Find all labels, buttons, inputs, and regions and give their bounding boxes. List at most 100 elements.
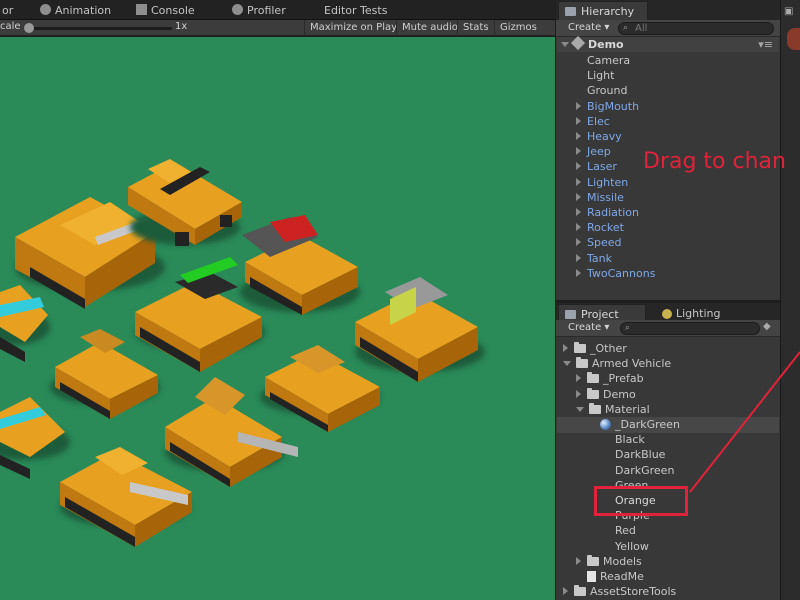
project-item[interactable]: ReadMe	[587, 569, 644, 584]
project-item[interactable]: DarkBlue	[615, 447, 665, 462]
hierarchy-search-input[interactable]: ⌕ All	[618, 22, 774, 35]
project-item[interactable]: _Prefab	[576, 371, 644, 386]
tab-profiler[interactable]: Profiler	[232, 0, 286, 20]
hierarchy-item-label: Rocket	[587, 221, 624, 235]
chevron-right-icon[interactable]	[576, 177, 581, 186]
hierarchy-item[interactable]: Missile	[576, 190, 624, 205]
lock-icon[interactable]: ▣	[784, 6, 793, 17]
chevron-down-icon[interactable]	[576, 406, 584, 412]
folder-icon	[587, 554, 599, 566]
material-sphere-icon	[600, 419, 611, 430]
project-item[interactable]: Models	[576, 554, 642, 569]
folder-icon	[589, 402, 601, 414]
project-create-button[interactable]: Create ▾	[562, 321, 615, 335]
chevron-right-icon[interactable]	[576, 162, 581, 171]
hierarchy-item-label: Elec	[587, 114, 610, 128]
stats-button[interactable]: Stats	[457, 20, 494, 36]
hierarchy-item[interactable]: Light	[587, 68, 614, 83]
folder-icon	[587, 372, 599, 384]
hierarchy-item[interactable]: Rocket	[576, 220, 624, 235]
hierarchy-item[interactable]: Jeep	[576, 144, 611, 159]
chevron-right-icon[interactable]	[576, 208, 581, 216]
hierarchy-item[interactable]: Radiation	[576, 205, 639, 220]
hierarchy-item[interactable]: Speed	[576, 235, 621, 250]
project-toolbar: Create ▾ ⌕ ◆	[556, 320, 780, 337]
search-icon: ⌕	[623, 23, 629, 33]
tab-game[interactable]: or	[2, 0, 13, 20]
chevron-right-icon[interactable]	[576, 132, 581, 140]
project-item[interactable]: Red	[615, 523, 636, 538]
console-icon	[136, 4, 147, 15]
project-item-label: Black	[615, 433, 645, 447]
hierarchy-item[interactable]: Lighten	[576, 175, 628, 190]
hierarchy-item-label: Light	[587, 69, 615, 83]
game-view[interactable]	[0, 37, 555, 600]
tab-console[interactable]: Console	[136, 0, 195, 20]
project-item[interactable]: Yellow	[615, 539, 649, 554]
chevron-down-icon[interactable]	[563, 361, 571, 367]
hierarchy-item[interactable]: Camera	[587, 53, 630, 68]
hierarchy-item-label: Missile	[587, 190, 624, 204]
filter-icon[interactable]: ◆	[763, 321, 771, 332]
folder-icon	[587, 387, 599, 399]
hierarchy-item[interactable]: Heavy	[576, 129, 622, 144]
chevron-right-icon[interactable]	[576, 389, 581, 398]
vehicle-laser	[355, 277, 485, 382]
tab-console-label: Console	[151, 4, 195, 17]
chevron-right-icon[interactable]	[576, 147, 581, 156]
material-preview-icon	[787, 28, 800, 50]
gizmos-button[interactable]: Gizmos	[494, 20, 542, 36]
scene-name: Demo	[588, 38, 624, 51]
project-item-label: Models	[603, 554, 642, 568]
maximize-on-play-button[interactable]: Maximize on Play	[304, 20, 402, 36]
tutorial-annotation: Drag to chan	[643, 149, 786, 174]
project-item[interactable]: _DarkGreen	[600, 417, 680, 432]
hierarchy-item[interactable]: Laser	[576, 159, 617, 174]
chevron-right-icon[interactable]	[576, 116, 581, 125]
project-item-label: DarkGreen	[615, 463, 675, 477]
hierarchy-item[interactable]: Tank	[576, 251, 612, 266]
scale-slider-thumb[interactable]	[24, 23, 34, 33]
vehicle-jeep	[128, 159, 242, 246]
chevron-right-icon[interactable]	[576, 238, 581, 247]
hierarchy-item[interactable]: BigMouth	[576, 99, 639, 114]
tab-animation[interactable]: Animation	[40, 0, 111, 20]
chevron-right-icon[interactable]	[576, 101, 581, 110]
hierarchy-item-label: Laser	[587, 160, 617, 174]
chevron-right-icon[interactable]	[576, 556, 581, 565]
project-item[interactable]: AssetStoreTools	[563, 584, 676, 599]
hierarchy-icon	[565, 7, 576, 16]
project-item-label: Yellow	[615, 539, 649, 553]
tab-hierarchy[interactable]: Hierarchy	[558, 1, 648, 21]
tab-hierarchy-label: Hierarchy	[581, 5, 635, 18]
scene-header-row[interactable]: Demo ▾≡	[557, 35, 779, 52]
project-item[interactable]: _Other	[563, 341, 627, 356]
chevron-right-icon[interactable]	[576, 223, 581, 232]
mute-audio-button[interactable]: Mute audio	[396, 20, 463, 36]
project-item[interactable]: Material	[576, 402, 650, 417]
project-item[interactable]: Black	[615, 432, 645, 447]
project-item-label: AssetStoreTools	[590, 585, 677, 599]
chevron-right-icon[interactable]	[576, 374, 581, 383]
project-item[interactable]: DarkGreen	[615, 463, 674, 478]
hierarchy-item-label: Camera	[587, 54, 631, 67]
scale-slider-track[interactable]	[24, 27, 172, 30]
hierarchy-create-button[interactable]: Create ▾	[562, 21, 615, 35]
hierarchy-item[interactable]: Elec	[576, 114, 610, 129]
chevron-right-icon[interactable]	[576, 253, 581, 262]
project-item[interactable]: Demo	[576, 387, 636, 402]
chevron-right-icon[interactable]	[563, 344, 568, 352]
chevron-right-icon[interactable]	[576, 192, 581, 201]
hierarchy-item[interactable]: Ground	[587, 83, 627, 98]
project-search-input[interactable]: ⌕	[620, 322, 760, 335]
tab-profiler-label: Profiler	[247, 4, 286, 17]
menu-icon[interactable]: ▾≡	[758, 37, 773, 52]
chevron-right-icon[interactable]	[576, 268, 581, 277]
project-item[interactable]: Armed Vehicle	[563, 356, 671, 371]
hierarchy-item[interactable]: TwoCannons	[576, 266, 655, 281]
hierarchy-item-label: TwoCannons	[587, 266, 656, 280]
tab-editor-tests[interactable]: Editor Tests	[324, 0, 387, 20]
chevron-right-icon[interactable]	[563, 587, 568, 596]
tab-animation-label: Animation	[55, 4, 112, 17]
project-item-label: Armed Vehicle	[592, 357, 672, 371]
